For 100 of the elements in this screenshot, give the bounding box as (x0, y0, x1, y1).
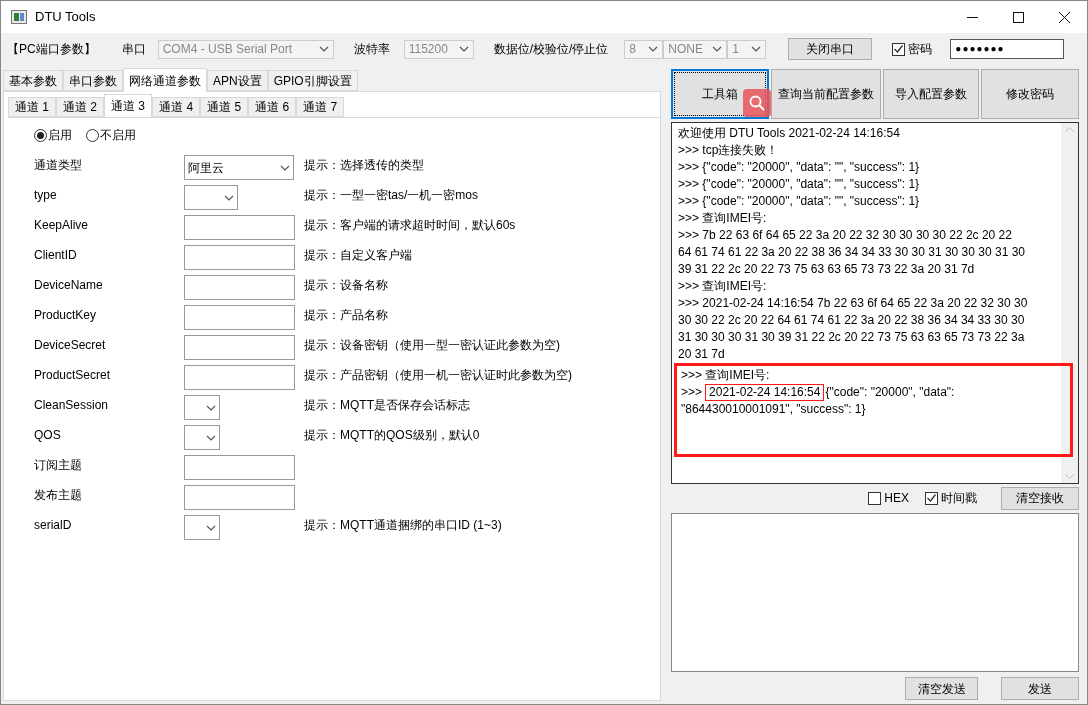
radio-label: 不启用 (100, 127, 136, 144)
password-checkbox[interactable] (892, 42, 906, 56)
field-label: DeviceSecret (34, 337, 107, 354)
field-label: CleanSession (34, 397, 110, 414)
checkbox[interactable] (868, 491, 882, 505)
action-button[interactable]: 修改密码 (981, 69, 1079, 119)
input-field[interactable] (184, 365, 295, 390)
hint-text: 提示：MQTT通道捆绑的串口ID (1~3) (304, 517, 502, 534)
clear-receive-button[interactable]: 清空接收 (1001, 486, 1079, 510)
input-field[interactable] (184, 335, 295, 360)
scrollbar[interactable] (1061, 123, 1078, 483)
log-line: >>> 7b 22 63 6f 64 65 22 3a 20 22 32 30 30 30 30 22 2c 20 22 (678, 227, 1013, 244)
action-button[interactable]: 导入配置参数 (883, 69, 979, 119)
log-line: >>> {"code": "20000", "data": "", "success": 1} (678, 176, 921, 193)
log-line: 20 31 7d (678, 346, 726, 363)
field-label: KeepAlive (34, 217, 90, 234)
caret-icon (648, 46, 659, 52)
hint-text: 提示：设备名称 (304, 277, 388, 294)
caret-icon (280, 164, 290, 171)
hint-text: 提示：选择透传的类型 (304, 157, 424, 174)
field-label: QOS (34, 427, 62, 444)
field-label: serialD (34, 517, 73, 534)
caret-icon (318, 46, 329, 52)
magnifier-badge[interactable] (743, 89, 771, 117)
log-line: 39 31 22 2c 20 22 73 75 63 63 65 73 73 22 3a 20 31 7d (678, 261, 976, 278)
field-label: ProductKey (34, 307, 98, 324)
dropdown[interactable]: 阿里云 (184, 155, 294, 180)
caret-icon (206, 434, 216, 441)
log-line: 欢迎使用 DTU Tools 2021-02-24 14:16:54 (678, 125, 901, 142)
hint-text: 提示：产品名称 (304, 307, 388, 324)
field-label: type (34, 187, 58, 204)
checkbox[interactable] (925, 491, 938, 505)
close-port-button[interactable]: 关闭串口 (788, 38, 873, 60)
input-field[interactable] (184, 215, 295, 240)
caret-icon (224, 194, 234, 201)
log-line: >>> {"code": "20000", "data": "", "success": 1} (678, 193, 921, 210)
dropdown[interactable] (184, 185, 238, 210)
dropdown[interactable] (184, 515, 220, 540)
channel-tab[interactable]: 通道 6 (248, 97, 297, 117)
hint-text: 提示：MQTT的QOS级别，默认0 (304, 427, 480, 444)
highlighted-timestamp: 2021-02-24 14:16:54 (705, 384, 825, 401)
window-title: DTU Tools (35, 8, 96, 27)
log-line: >>> tcp连接失败！ (678, 142, 780, 159)
hint-text: 提示：一型一密tas/一机一密mos (304, 187, 478, 204)
input-field[interactable] (184, 275, 295, 300)
hint-text: 提示：自定义客户端 (304, 247, 412, 264)
log-line: 30 30 22 2c 20 22 64 61 74 61 22 3a 20 22 38 36 34 34 33 30 30 (678, 312, 1026, 329)
check-icon (927, 494, 936, 502)
field-label: 订阅主题 (34, 457, 83, 474)
log-prefix: >>> (681, 384, 703, 401)
scroll-up-icon (1065, 127, 1074, 132)
log-line: >>> {"code": "20000", "data": "", "success": 1} (678, 159, 921, 176)
radio-button[interactable] (34, 128, 47, 142)
port-label: 串口 (121, 41, 146, 58)
log-line: >>> 查询IMEI号: (681, 367, 771, 384)
hint-text: 提示：客户端的请求超时时间，默认60s (304, 217, 516, 234)
password-field[interactable]: ●●●●●●● (950, 39, 1065, 59)
hint-text: 提示：设备密钥（使用一型一密认证此参数为空) (304, 337, 560, 354)
log-text: {"code": "20000", "data": (825, 384, 955, 401)
field-label: 通道类型 (34, 157, 83, 174)
app-icon (11, 10, 27, 24)
dropdown[interactable] (184, 425, 220, 450)
send-input-field[interactable] (671, 513, 1079, 672)
format-label: 数据位/校验位/停止位 (493, 41, 609, 58)
tab[interactable]: 串口参数 (63, 70, 123, 91)
channel-tab[interactable]: 通道 5 (200, 97, 249, 117)
action-button[interactable]: 查询当前配置参数 (771, 69, 881, 119)
search-icon (749, 95, 765, 111)
log-line: 64 61 74 61 22 3a 20 22 38 36 34 34 33 30 30 31 30 30 30 31 30 (678, 244, 1026, 261)
channel-tab[interactable]: 通道 4 (152, 97, 201, 117)
channel-tab[interactable]: 通道 1 (8, 97, 56, 117)
hint-text: 提示：MQTT是否保存会话标志 (304, 397, 470, 414)
log-line: >>> 2021-02-24 14:16:54 7b 22 63 6f 64 65 22 3a 20 22 32 30 30 (678, 295, 1029, 312)
input-field[interactable] (184, 455, 295, 480)
log-line: "864430010001091", "success": 1} (681, 401, 867, 418)
field-label: DeviceName (34, 277, 104, 294)
channel-tab[interactable]: 通道 7 (296, 97, 345, 117)
send-button[interactable]: 发送 (1001, 677, 1079, 700)
checkbox-label: 时间戳 (941, 490, 977, 507)
tab[interactable]: GPIO引脚设置 (267, 70, 358, 91)
field-label: 发布主题 (34, 487, 83, 504)
baud-label: 波特率 (353, 41, 390, 58)
dropdown[interactable] (184, 395, 220, 420)
maximize-icon (1012, 11, 1024, 23)
section-label: 【PC端口参数】 (7, 41, 96, 58)
tab[interactable]: 网络通道参数 (123, 68, 207, 92)
tab[interactable]: APN设置 (207, 70, 268, 91)
password-label: 密码 (908, 41, 933, 58)
clear-send-button[interactable]: 清空发送 (905, 677, 978, 700)
caret-icon (712, 46, 723, 52)
input-field[interactable] (184, 485, 295, 510)
input-field[interactable] (184, 305, 295, 330)
tab[interactable]: 基本参数 (3, 70, 63, 91)
field-label: ClientID (34, 247, 78, 264)
channel-tab[interactable]: 通道 2 (56, 97, 105, 117)
input-field[interactable] (184, 245, 295, 270)
channel-tab[interactable]: 通道 3 (104, 94, 153, 117)
close-icon (1058, 11, 1070, 23)
radio-button[interactable] (86, 128, 99, 142)
radio-label: 启用 (48, 127, 72, 144)
